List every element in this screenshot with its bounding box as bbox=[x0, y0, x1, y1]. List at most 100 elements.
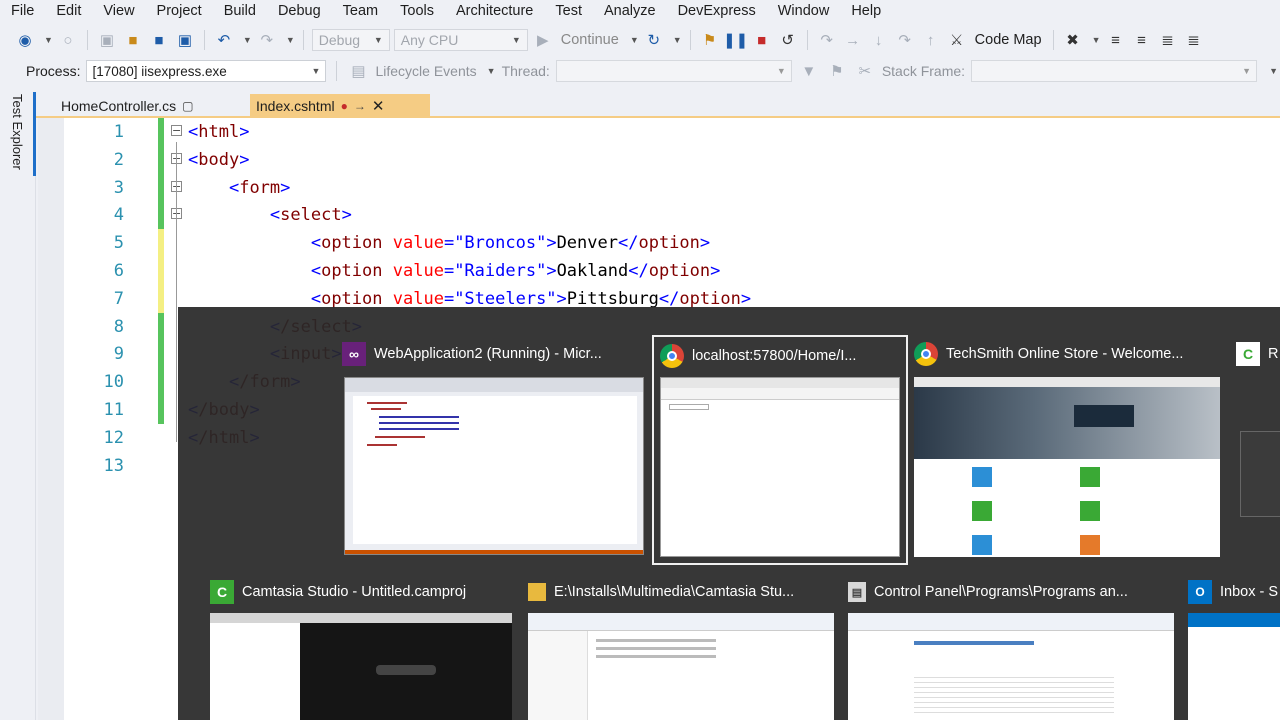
window-preview bbox=[528, 613, 834, 720]
navigate-forward-icon[interactable]: ○ bbox=[57, 29, 79, 51]
stack-frame-combo[interactable]: ▼ bbox=[971, 60, 1258, 82]
menu-build[interactable]: Build bbox=[213, 3, 267, 19]
chevron-down-icon[interactable]: ▼ bbox=[673, 35, 682, 45]
menu-file[interactable]: File bbox=[0, 3, 45, 19]
thread-label: Thread: bbox=[501, 63, 550, 79]
menu-project[interactable]: Project bbox=[146, 3, 213, 19]
code-line[interactable]: 2−<body> bbox=[64, 145, 1280, 174]
stop-icon[interactable]: ■ bbox=[751, 29, 773, 51]
angle-bracket: > bbox=[710, 261, 721, 281]
refresh-icon[interactable]: ↻ bbox=[643, 29, 665, 51]
lifecycle-icon[interactable]: ▤ bbox=[347, 60, 369, 82]
solution-platform-combo[interactable]: Any CPU ▼ bbox=[393, 29, 528, 51]
open-file-icon[interactable]: ■ bbox=[122, 29, 144, 51]
task-thumb-explorer-folder[interactable]: E:\Installs\Multimedia\Camtasia Stu... bbox=[528, 577, 834, 720]
redo-icon[interactable]: ↷ bbox=[256, 29, 278, 51]
change-indicator bbox=[158, 340, 164, 369]
tab-index-cshtml[interactable]: Index.cshtml ● → ✕ bbox=[250, 94, 430, 118]
attribute-name: value bbox=[392, 288, 444, 309]
chevron-down-icon[interactable]: ▼ bbox=[487, 66, 496, 76]
chevron-down-icon[interactable]: ▼ bbox=[1092, 35, 1101, 45]
menu-help[interactable]: Help bbox=[840, 3, 892, 19]
solution-configuration-combo[interactable]: Debug ▼ bbox=[311, 29, 390, 51]
code-line[interactable]: 4− <select> bbox=[64, 201, 1280, 230]
tag-name: select bbox=[280, 205, 342, 226]
menu-test[interactable]: Test bbox=[544, 3, 593, 19]
test-explorer-tab[interactable]: Test Explorer bbox=[10, 94, 25, 170]
tag-name: option bbox=[321, 261, 383, 281]
toolbar-overflow-icon[interactable]: ▼ bbox=[1269, 66, 1278, 76]
new-project-icon[interactable]: ▣ bbox=[96, 29, 118, 51]
navigate-back-icon[interactable]: ◉ bbox=[14, 29, 36, 51]
tab-homecontroller[interactable]: HomeController.cs ▢ bbox=[36, 94, 222, 118]
uncomment-icon[interactable]: ≡ bbox=[1130, 29, 1152, 51]
code-line[interactable]: 6 <option value="Raiders">Oakland</optio… bbox=[64, 257, 1280, 285]
continue-button[interactable]: Continue bbox=[558, 32, 622, 48]
preview-editor bbox=[353, 396, 637, 544]
play-icon[interactable]: ▶ bbox=[532, 29, 554, 51]
browser-link-icon[interactable]: ⚑ bbox=[699, 29, 721, 51]
chevron-down-icon[interactable]: ▼ bbox=[286, 35, 295, 45]
thread-combo[interactable]: ▼ bbox=[555, 60, 792, 82]
menu-edit[interactable]: Edit bbox=[45, 3, 92, 19]
code-line[interactable]: 1 − <html> bbox=[64, 118, 1280, 146]
undo-icon[interactable]: ↶ bbox=[213, 29, 235, 51]
show-next-statement-icon[interactable]: ↷ bbox=[816, 29, 838, 51]
task-thumb-control-panel[interactable]: ▤ Control Panel\Programs\Programs an... bbox=[848, 577, 1174, 720]
thumb-title: E:\Installs\Multimedia\Camtasia Stu... bbox=[554, 584, 795, 600]
indent-icon[interactable]: ≣ bbox=[1182, 29, 1204, 51]
task-thumb-camtasia-studio[interactable]: C Camtasia Studio - Untitled.camproj bbox=[210, 577, 512, 720]
menu-analyze[interactable]: Analyze bbox=[593, 3, 667, 19]
comment-icon[interactable]: ≡ bbox=[1104, 29, 1126, 51]
lock-icon: ▢ bbox=[182, 99, 194, 113]
chevron-down-icon[interactable]: ▼ bbox=[630, 35, 639, 45]
thumb-title-bar: E:\Installs\Multimedia\Camtasia Stu... bbox=[528, 577, 834, 607]
filter-icon[interactable]: ▼ bbox=[798, 60, 820, 82]
change-indicator bbox=[158, 396, 164, 424]
angle-bracket: </ bbox=[658, 288, 680, 309]
outdent-icon[interactable]: ≣ bbox=[1156, 29, 1178, 51]
code-map-button[interactable]: Code Map bbox=[972, 32, 1045, 48]
preview-status-bar bbox=[345, 550, 643, 554]
code-map-icon[interactable]: ⚔ bbox=[946, 29, 968, 51]
restart-icon[interactable]: ↺ bbox=[777, 29, 799, 51]
step-into-icon[interactable]: → bbox=[842, 29, 864, 51]
pin-icon[interactable]: → bbox=[354, 99, 366, 113]
lifecycle-events-button[interactable]: Lifecycle Events bbox=[375, 63, 476, 79]
code-line[interactable]: 5 <option value="Broncos">Denver</option… bbox=[64, 229, 1280, 258]
standard-toolbar: ◉ ▼ ○ ▣ ■ ■ ▣ ↶ ▼ ↷ ▼ Debug ▼ Any CPU ▼ ▶ … bbox=[0, 26, 1280, 54]
code-line[interactable]: 3− <form> bbox=[64, 173, 1280, 202]
task-thumb-outlook[interactable]: O Inbox - S bbox=[1188, 577, 1280, 720]
step-over-icon[interactable]: ↓ bbox=[868, 29, 890, 51]
stack-frame-icon[interactable]: ✂ bbox=[854, 60, 876, 82]
pause-icon[interactable]: ❚❚ bbox=[723, 29, 748, 51]
task-thumb-camtasia-recorder[interactable]: C R bbox=[1236, 339, 1280, 557]
menu-view[interactable]: View bbox=[92, 3, 145, 19]
menu-architecture[interactable]: Architecture bbox=[445, 3, 544, 19]
task-thumb-techsmith-store[interactable]: TechSmith Online Store - Welcome... bbox=[914, 339, 1220, 557]
angle-bracket: </ bbox=[628, 261, 649, 281]
menu-team[interactable]: Team bbox=[332, 3, 389, 19]
menu-devexpress[interactable]: DevExpress bbox=[667, 3, 767, 19]
window-preview bbox=[914, 377, 1220, 557]
chevron-down-icon[interactable]: ▼ bbox=[44, 35, 53, 45]
chevron-down-icon[interactable]: ▼ bbox=[243, 35, 252, 45]
process-combo[interactable]: [17080] iisexpress.exe ▼ bbox=[86, 60, 327, 82]
exception-settings-icon[interactable]: ✖ bbox=[1062, 29, 1084, 51]
menu-window[interactable]: Window bbox=[767, 3, 841, 19]
step-up-icon[interactable]: ↑ bbox=[920, 29, 942, 51]
menu-debug[interactable]: Debug bbox=[267, 3, 332, 19]
attribute-value: "Raiders" bbox=[454, 261, 547, 281]
save-icon[interactable]: ■ bbox=[148, 29, 170, 51]
task-thumb-visual-studio[interactable]: ∞ WebApplication2 (Running) - Micr... bbox=[342, 339, 646, 557]
collapse-icon[interactable]: − bbox=[171, 125, 182, 136]
flag-icon[interactable]: ⚑ bbox=[826, 60, 848, 82]
menu-tools[interactable]: Tools bbox=[389, 3, 445, 19]
angle-bracket: > bbox=[699, 233, 711, 254]
close-icon[interactable]: ✕ bbox=[372, 97, 385, 115]
tab-label: Index.cshtml bbox=[256, 98, 335, 114]
solution-configuration-value: Debug bbox=[318, 32, 361, 48]
task-thumb-localhost[interactable]: localhost:57800/Home/I... bbox=[652, 335, 908, 565]
save-all-icon[interactable]: ▣ bbox=[174, 29, 196, 51]
step-out-icon[interactable]: ↷ bbox=[894, 29, 916, 51]
